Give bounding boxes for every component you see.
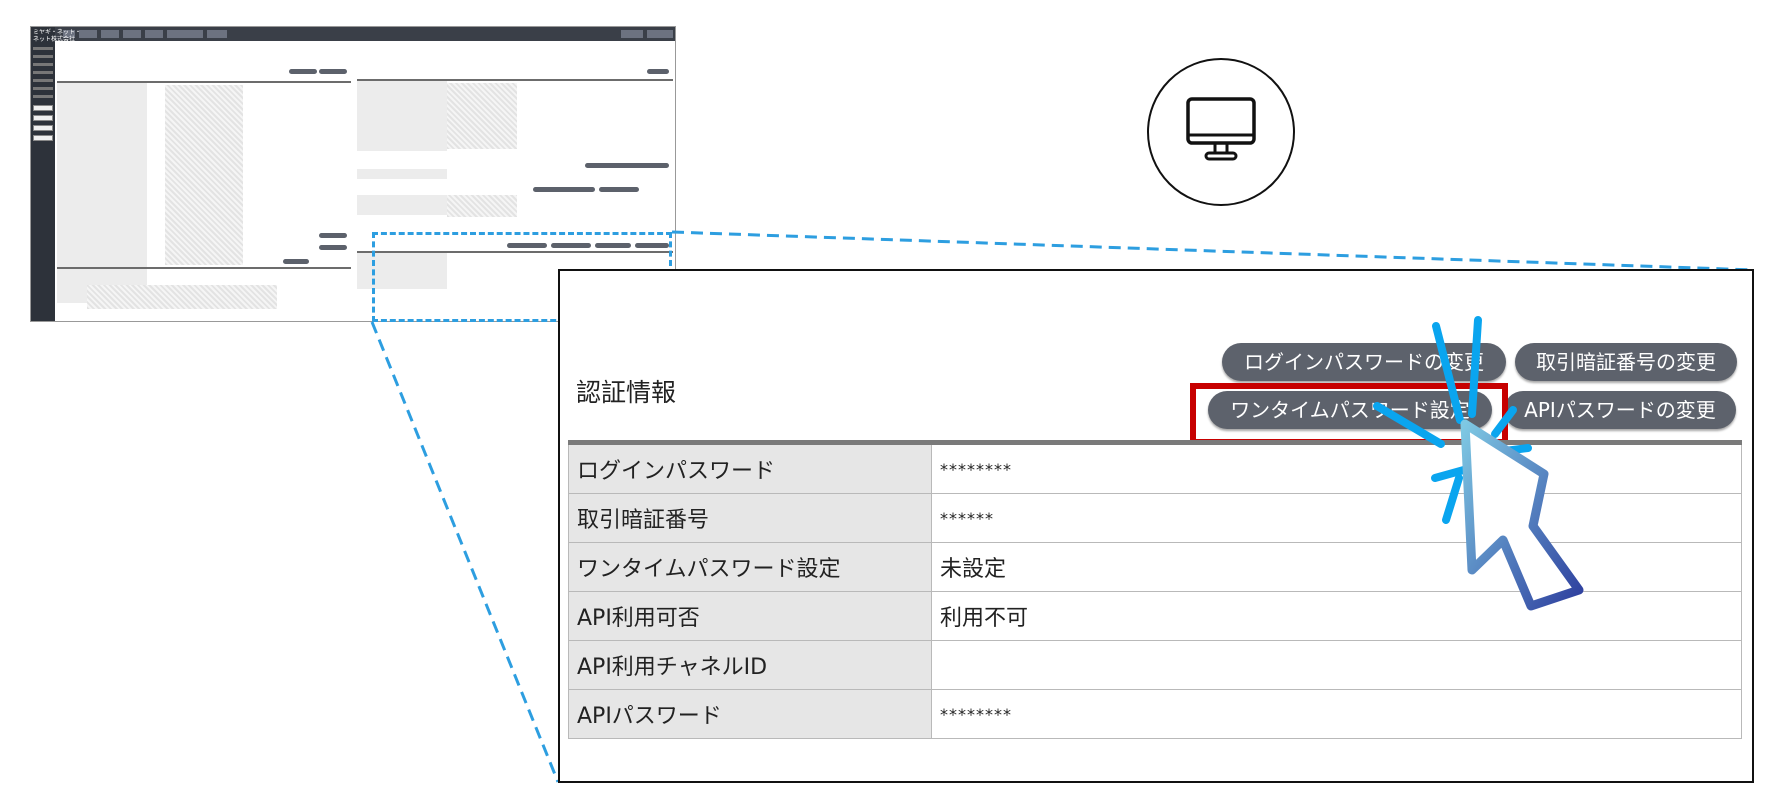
connector-bottom bbox=[370, 321, 560, 783]
cursor-pointer-icon bbox=[1373, 316, 1584, 611]
row-label: APIパスワード bbox=[568, 689, 932, 739]
table-row: API利用チャネルID bbox=[568, 640, 1742, 690]
table-row: APIパスワード ******** bbox=[568, 689, 1742, 739]
row-label: 取引暗証番号 bbox=[568, 493, 932, 543]
connector-top bbox=[671, 230, 1755, 272]
row-label: ログインパスワード bbox=[568, 442, 932, 494]
auth-section-title: 認証情報 bbox=[576, 378, 677, 407]
row-label: ワンタイムパスワード設定 bbox=[568, 542, 932, 592]
row-label: API利用チャネルID bbox=[568, 640, 932, 690]
row-value: ******** bbox=[931, 689, 1742, 739]
row-value bbox=[931, 640, 1742, 690]
row-label: API利用可否 bbox=[568, 591, 932, 641]
monitor-icon bbox=[1147, 58, 1295, 206]
